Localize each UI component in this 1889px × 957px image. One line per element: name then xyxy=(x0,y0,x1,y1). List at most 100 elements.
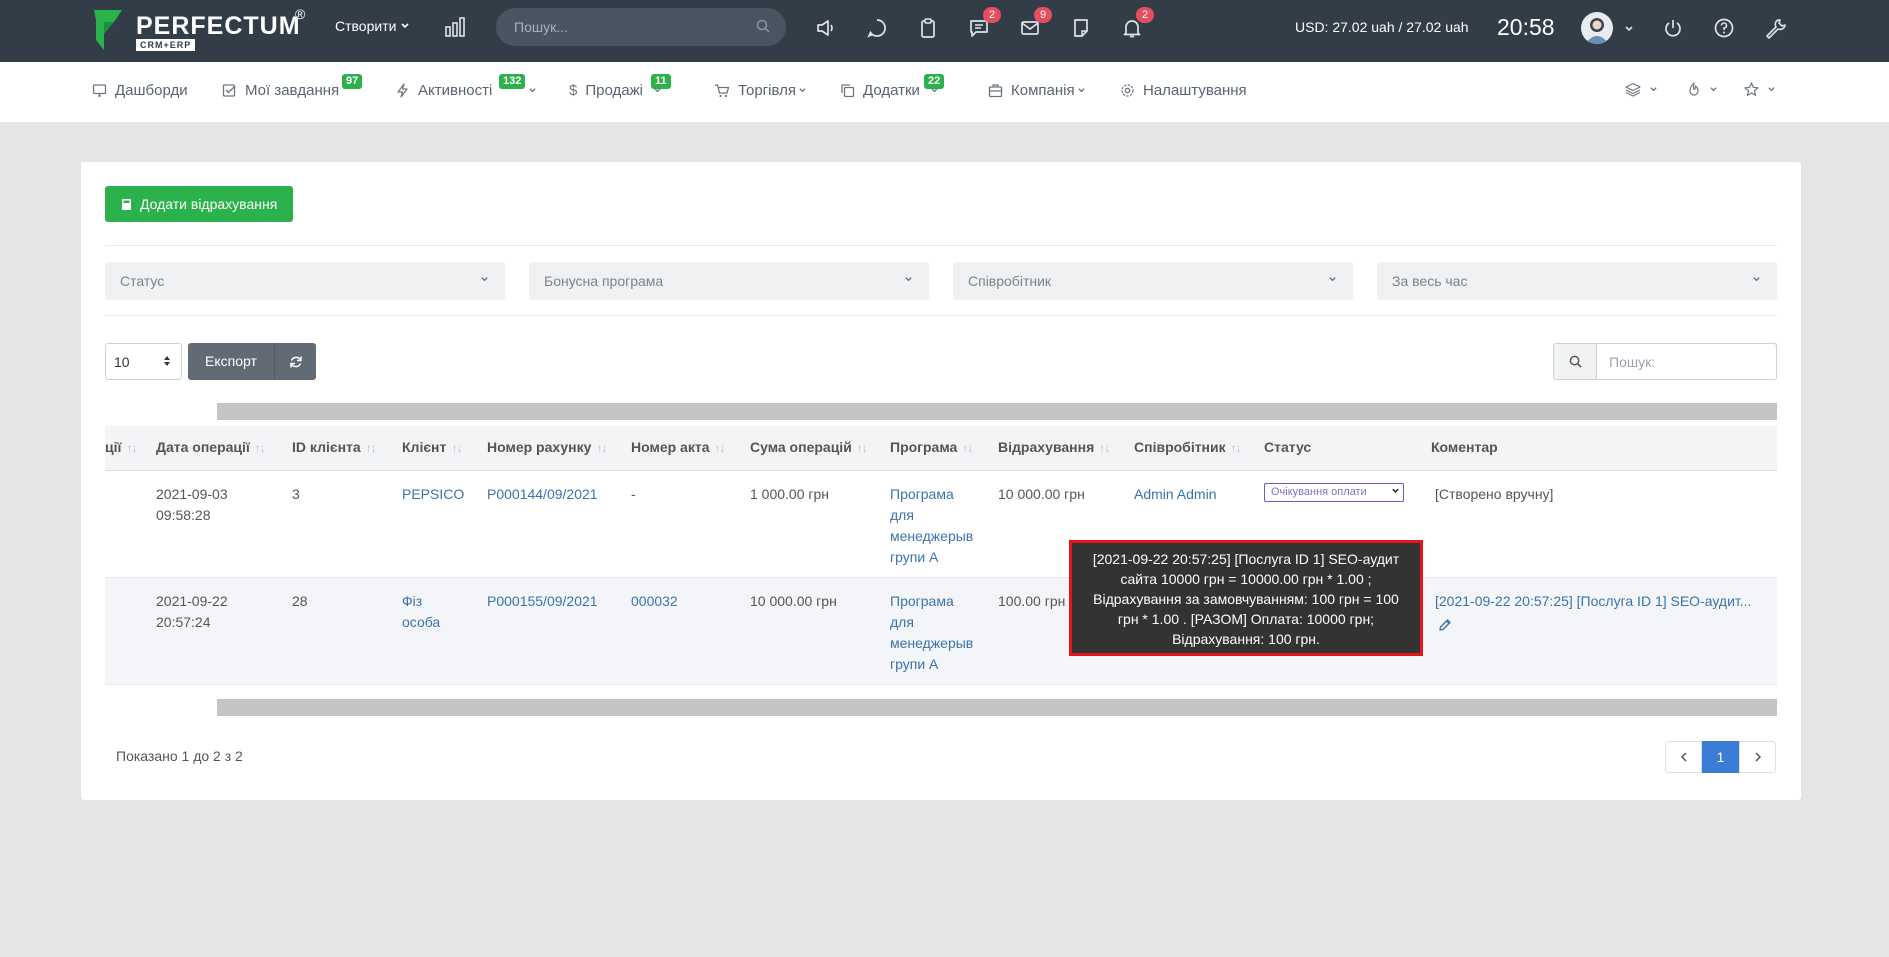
user-menu-chevron-icon[interactable] xyxy=(1624,24,1634,34)
status-select[interactable]: Очікування оплати xyxy=(1264,483,1404,502)
col-client[interactable]: Клієнт ↑↓ xyxy=(402,439,462,455)
brand-subtitle: CRM+ERP xyxy=(136,39,196,51)
nav-label: Дашборди xyxy=(115,82,188,99)
table-search-button[interactable] xyxy=(1553,343,1597,380)
next-page-button[interactable] xyxy=(1739,741,1776,773)
mail-badge: 9 xyxy=(1034,7,1052,23)
period-filter[interactable]: За весь час xyxy=(1377,262,1777,300)
program-link[interactable]: Програма для менеджерыв групи А xyxy=(890,591,973,675)
page-length-select[interactable]: 10 xyxy=(105,343,182,380)
edit-pencil-icon[interactable] xyxy=(1438,618,1452,632)
status-filter[interactable]: Статус xyxy=(105,262,505,300)
announcements-icon[interactable] xyxy=(813,15,839,41)
search-icon[interactable] xyxy=(756,19,770,33)
calculator-icon xyxy=(122,198,131,210)
prev-page-button[interactable] xyxy=(1665,741,1702,773)
export-button[interactable]: Експорт xyxy=(188,343,274,380)
comment-cell[interactable]: [2021-09-22 20:57:25] [Послуга ID 1] SEO… xyxy=(1435,591,1751,612)
client-id-cell: 28 xyxy=(292,593,308,609)
wrench-icon[interactable] xyxy=(1762,15,1788,41)
amount-cell: 1 000.00 грн xyxy=(750,486,830,502)
create-label: Створити xyxy=(335,18,397,34)
addons-badge: 22 xyxy=(924,74,945,89)
invoice-link[interactable]: P000144/09/2021 xyxy=(487,484,598,505)
messages-icon[interactable]: 2 xyxy=(966,7,1001,41)
currency-rate: USD: 27.02 uah / 27.02 uah xyxy=(1295,19,1469,35)
program-link[interactable]: Програма для менеджерыв групи А xyxy=(890,484,973,568)
global-search-input[interactable] xyxy=(514,8,744,46)
nav-item-sales[interactable]: $ Продажі 11 xyxy=(569,74,671,99)
invoice-link[interactable]: P000155/09/2021 xyxy=(487,591,598,612)
col-operation-date[interactable]: Дата операції ↑↓ xyxy=(156,439,266,455)
col-operations-sum[interactable]: Сума операцій ↑↓ xyxy=(750,439,868,455)
add-deduction-label: Додати відрахування xyxy=(140,196,278,212)
chevron-down-icon xyxy=(481,277,488,282)
col-employee[interactable]: Співробітник ↑↓ xyxy=(1134,439,1242,455)
chevron-left-icon xyxy=(1680,752,1687,762)
nav-item-my-tasks[interactable]: Мої завдання 97 xyxy=(222,74,363,99)
operation-date-cell: 2021-09-22 20:57:24 xyxy=(156,593,228,630)
clock-time: 20:58 xyxy=(1497,14,1555,40)
employee-link[interactable]: Admin Admin xyxy=(1134,484,1216,505)
col-client-id[interactable]: ID клієнта ↑↓ xyxy=(292,439,377,455)
horizontal-scrollbar-top[interactable] xyxy=(217,403,1777,420)
chevron-down-icon xyxy=(1329,277,1336,282)
bonus-program-filter[interactable]: Бонусна програма xyxy=(529,262,929,300)
checkbox-icon xyxy=(222,84,236,97)
nav-item-company[interactable]: Компанія xyxy=(988,82,1086,99)
filter-label: Статус xyxy=(120,273,165,289)
document-icon[interactable] xyxy=(1068,15,1094,41)
notifications-badge: 2 xyxy=(1136,7,1154,23)
col-program[interactable]: Програма ↑↓ xyxy=(890,439,973,455)
filter-label: Співробітник xyxy=(968,273,1052,289)
bar-chart-icon[interactable] xyxy=(445,17,465,37)
col-act-number[interactable]: Номер акта ↑↓ xyxy=(631,439,726,455)
clipboard-icon[interactable] xyxy=(915,15,941,41)
layers-menu[interactable] xyxy=(1625,82,1658,97)
table-header: ції ↑↓ Дата операції ↑↓ ID клієнта ↑↓ Клієн… xyxy=(105,426,1777,471)
favorites-menu[interactable] xyxy=(1744,82,1776,97)
building-icon xyxy=(988,84,1003,98)
nav-item-dashboards[interactable]: Дашборди xyxy=(92,82,188,99)
create-dropdown[interactable]: Створити xyxy=(335,18,410,34)
employee-filter[interactable]: Співробітник xyxy=(953,262,1353,300)
nav-item-trade[interactable]: Торгівля xyxy=(714,82,807,99)
help-icon[interactable] xyxy=(1711,15,1737,41)
status-value: Очікування оплати xyxy=(1271,486,1367,498)
tooltip-line: [2021-09-22 20:57:25] [Послуга ID 1] SEO… xyxy=(1092,551,1400,567)
chevron-down-icon xyxy=(1753,277,1760,282)
global-search[interactable] xyxy=(496,8,786,46)
nav-item-activities[interactable]: Активності 132 xyxy=(395,74,537,99)
deductions-panel: Додати відрахування Статус Бонусна прогр… xyxy=(81,162,1801,800)
client-link[interactable]: Фіз особа xyxy=(402,591,452,633)
top-bar: PERFECTUM ® CRM+ERP Створити 2 9 2 USD: … xyxy=(0,0,1889,62)
nav-item-settings[interactable]: Налаштування xyxy=(1120,82,1247,99)
comment-cell: [Створено вручну] xyxy=(1435,486,1554,502)
hot-menu[interactable] xyxy=(1687,82,1718,97)
col-deduction[interactable]: Відрахування ↑↓ xyxy=(998,439,1110,455)
horizontal-scrollbar-bottom[interactable] xyxy=(217,699,1777,716)
nav-item-addons[interactable]: Додатки 22 xyxy=(840,74,945,99)
lightning-icon xyxy=(397,83,408,98)
sort-arrows-icon xyxy=(164,356,170,366)
client-link[interactable]: PEPSICO xyxy=(402,484,464,505)
mail-icon[interactable]: 9 xyxy=(1017,7,1052,41)
search-icon xyxy=(1569,355,1582,368)
act-link[interactable]: 000032 xyxy=(631,591,678,612)
user-avatar[interactable] xyxy=(1581,12,1613,44)
refresh-button[interactable] xyxy=(274,343,316,380)
chat-bubble-icon[interactable] xyxy=(864,15,890,41)
table-search-input[interactable] xyxy=(1596,343,1777,380)
tooltip-line: сайта 10000 грн = 10000.00 грн * 1.00 ; xyxy=(1120,571,1372,587)
col-operation-partial[interactable]: ції ↑↓ xyxy=(105,439,137,455)
power-icon[interactable] xyxy=(1660,15,1686,41)
col-comment[interactable]: Коментар xyxy=(1431,439,1498,455)
filter-label: За весь час xyxy=(1392,273,1468,289)
brand-logo[interactable]: PERFECTUM ® CRM+ERP xyxy=(92,6,312,54)
divider xyxy=(105,245,1777,246)
col-invoice-number[interactable]: Номер рахунку ↑↓ xyxy=(487,439,607,455)
bell-icon[interactable]: 2 xyxy=(1119,7,1154,41)
add-deduction-button[interactable]: Додати відрахування xyxy=(105,186,294,222)
page-button-current[interactable]: 1 xyxy=(1702,741,1739,773)
col-status[interactable]: Статус ↑↓ xyxy=(1264,439,1442,455)
